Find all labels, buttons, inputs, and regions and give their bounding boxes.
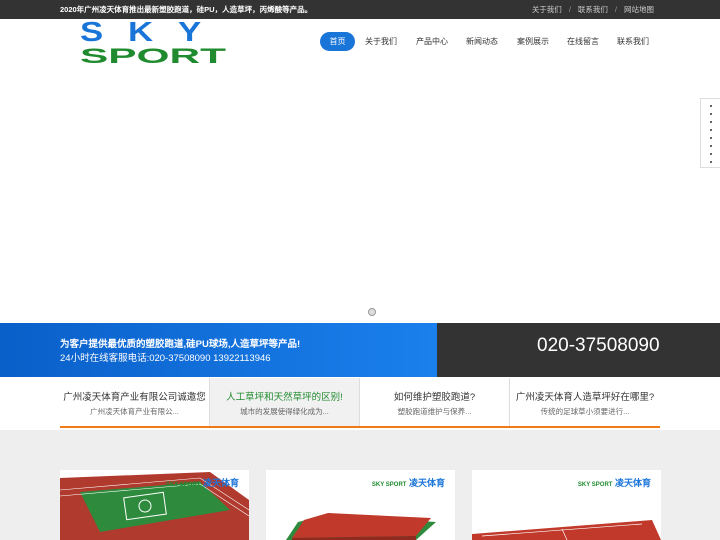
- contact-slogan-panel: 为客户提供最优质的塑胶跑道,硅PU球场,人造草坪等产品! 24小时在线客服电话:…: [0, 323, 437, 377]
- nav-cases[interactable]: 案例展示: [514, 32, 552, 51]
- nav-news[interactable]: 新闻动态: [463, 32, 501, 51]
- slider-dot[interactable]: [368, 308, 376, 316]
- top-notice: 2020年广州凌天体育推出最新塑胶跑道，硅PU，人造草坪，丙烯酸等产品。: [60, 5, 313, 14]
- news-row: 广州凌天体育产业有限公司诚邀您 广州凌天体育产业有限公... 人工草坪和天然草坪…: [60, 378, 660, 428]
- brand-small: SKY SPORT: [165, 482, 201, 488]
- sky-sport-logo[interactable]: SKY SPORT: [80, 19, 230, 67]
- logo-sky-text: SKY: [80, 19, 226, 47]
- nav-contact[interactable]: 联系我们: [614, 32, 652, 51]
- dot-icon: [709, 105, 712, 107]
- news-item[interactable]: 广州凌天体育人造草坪好在哪里? 传统的足球草小须要进行...: [510, 378, 660, 426]
- news-item[interactable]: 广州凌天体育产业有限公司诚邀您 广州凌天体育产业有限公...: [60, 378, 210, 426]
- brand-small: SKY SPORT: [577, 482, 613, 488]
- phone-panel: 020-37508090: [437, 323, 720, 377]
- banner-slider[interactable]: [0, 68, 720, 323]
- brand-name: 凌天体育: [408, 478, 445, 488]
- hotline-text: 24小时在线客服电话:020-37508090 13922113946: [60, 353, 271, 364]
- top-links: 关于我们 / 联系我们 / 网站地图: [530, 4, 656, 15]
- card-brand: SKY SPORT 凌天体育: [372, 476, 445, 489]
- top-link-sitemap[interactable]: 网站地图: [624, 5, 654, 14]
- nav-products[interactable]: 产品中心: [413, 32, 451, 51]
- product-card[interactable]: SKY SPORT 凌天体育: [266, 470, 455, 540]
- separator: /: [614, 5, 617, 14]
- nav-home[interactable]: 首页: [320, 32, 355, 51]
- product-card[interactable]: SKY SPORT 凌天体育: [60, 470, 249, 540]
- phone-number[interactable]: 020-37508090: [537, 335, 660, 357]
- news-item[interactable]: 如何维护塑胶跑道? 塑胶跑道维护与保养...: [360, 378, 510, 426]
- dot-icon: [709, 129, 712, 131]
- brand-name: 凌天体育: [614, 478, 651, 488]
- brand-name: 凌天体育: [202, 478, 239, 488]
- news-title[interactable]: 如何维护塑胶跑道?: [360, 389, 509, 403]
- news-desc: 广州凌天体育产业有限公...: [90, 407, 179, 416]
- top-link-about[interactable]: 关于我们: [532, 5, 562, 14]
- dot-icon: [709, 145, 712, 147]
- top-link-contact[interactable]: 联系我们: [578, 5, 608, 14]
- product-card[interactable]: SKY SPORT 凌天体育: [472, 470, 661, 540]
- side-float-menu[interactable]: [700, 98, 720, 168]
- nav-about[interactable]: 关于我们: [362, 32, 400, 51]
- header: SKY SPORT 首页 关于我们 产品中心 新闻动态 案例展示 在线留言 联系…: [0, 19, 720, 68]
- logo-sport-text: SPORT: [80, 45, 226, 67]
- news-title[interactable]: 广州凌天体育产业有限公司诚邀您: [60, 389, 209, 403]
- dot-icon: [709, 121, 712, 123]
- nav-message[interactable]: 在线留言: [564, 32, 602, 51]
- dot-icon: [709, 137, 712, 139]
- dot-icon: [709, 113, 712, 115]
- news-desc: 塑胶跑道维护与保养...: [397, 407, 472, 416]
- slogan-text: 为客户提供最优质的塑胶跑道,硅PU球场,人造草坪等产品!: [60, 339, 301, 350]
- news-desc: 城市的发展使得绿化成为...: [240, 407, 329, 416]
- contact-strip: 为客户提供最优质的塑胶跑道,硅PU球场,人造草坪等产品! 24小时在线客服电话:…: [0, 323, 720, 377]
- separator: /: [568, 5, 571, 14]
- news-title[interactable]: 广州凌天体育人造草坪好在哪里?: [510, 389, 660, 403]
- top-bar: 2020年广州凌天体育推出最新塑胶跑道，硅PU，人造草坪，丙烯酸等产品。 关于我…: [0, 0, 720, 19]
- brand-small: SKY SPORT: [371, 482, 407, 488]
- card-brand: SKY SPORT 凌天体育: [578, 476, 651, 489]
- news-item[interactable]: 人工草坪和天然草坪的区别! 城市的发展使得绿化成为...: [210, 378, 360, 426]
- dot-icon: [709, 153, 712, 155]
- dot-icon: [709, 161, 712, 163]
- news-title[interactable]: 人工草坪和天然草坪的区别!: [210, 389, 359, 403]
- news-desc: 传统的足球草小须要进行...: [540, 407, 630, 416]
- card-brand: SKY SPORT 凌天体育: [166, 476, 239, 489]
